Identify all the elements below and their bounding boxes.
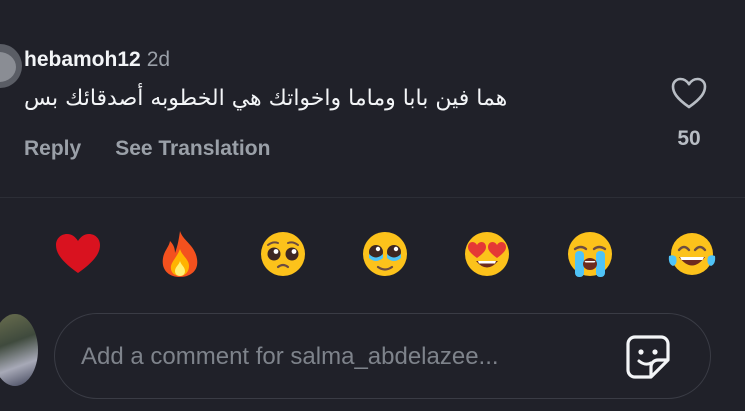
comment-composer xyxy=(54,313,711,399)
reply-button[interactable]: Reply xyxy=(24,137,81,161)
pleading-face-icon xyxy=(260,232,305,276)
tears-of-joy-icon xyxy=(668,233,716,275)
fire-icon xyxy=(163,231,198,277)
commenter-avatar[interactable] xyxy=(0,44,22,88)
comment-actions: Reply See Translation xyxy=(24,137,270,161)
heart-eyes-icon xyxy=(465,232,510,276)
comment-text: هما فين بابا وماما واخواتك هي الخطوبه أص… xyxy=(24,86,508,111)
reaction-holding-back-tears[interactable] xyxy=(357,226,413,282)
comment-username[interactable]: hebamoh12 xyxy=(24,48,141,71)
divider xyxy=(0,197,745,198)
quick-reactions-bar xyxy=(50,226,720,282)
like-count: 50 xyxy=(677,127,701,150)
holding-back-tears-icon xyxy=(362,232,407,276)
comment-time: 2d xyxy=(146,48,171,71)
red-heart-icon xyxy=(56,234,100,273)
comments-sheet: hebamoh12 2d هما فين بابا وماما واخواتك ه… xyxy=(0,0,745,411)
sticker-icon[interactable] xyxy=(625,334,671,380)
comment-item: hebamoh12 2d هما فين بابا وماما واخواتك ه… xyxy=(0,0,745,200)
reaction-red-heart[interactable] xyxy=(50,226,106,282)
heart-icon[interactable] xyxy=(670,76,708,110)
comment-input[interactable] xyxy=(79,336,603,378)
reaction-fire[interactable] xyxy=(152,226,208,282)
reaction-loudly-crying[interactable] xyxy=(562,226,618,282)
reaction-tears-of-joy[interactable] xyxy=(664,226,720,282)
reaction-heart-eyes[interactable] xyxy=(459,226,515,282)
comment-header: hebamoh12 2d xyxy=(24,48,170,72)
see-translation-button[interactable]: See Translation xyxy=(115,137,270,161)
loudly-crying-icon xyxy=(567,232,612,277)
current-user-avatar[interactable] xyxy=(0,314,38,386)
reaction-pleading-face[interactable] xyxy=(255,226,311,282)
